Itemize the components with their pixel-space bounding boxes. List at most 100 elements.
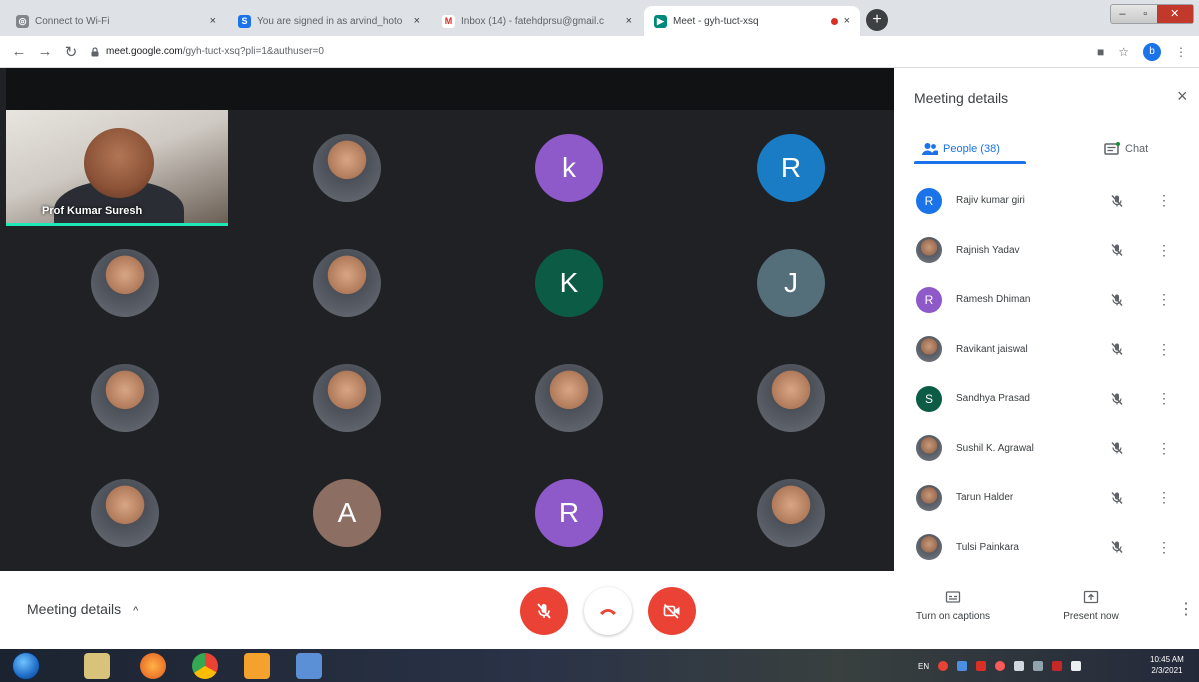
browser-tab-meet[interactable]: ▶ Meet - gyh-tuct-xsq ×: [644, 6, 860, 36]
participant-row[interactable]: Rajnish Yadav ⋮: [894, 226, 1199, 276]
word-icon[interactable]: [296, 653, 322, 679]
network-icon[interactable]: [1033, 661, 1044, 671]
participant-video-tile[interactable]: [313, 364, 381, 432]
present-label: Present now: [1063, 611, 1119, 622]
participant-video-tile[interactable]: [91, 364, 159, 432]
participant-name: Rajiv kumar giri: [956, 195, 1025, 207]
mic-muted-icon: [1111, 194, 1123, 207]
participant-video-tile[interactable]: [313, 249, 381, 317]
participant-initial-tile[interactable]: J: [757, 249, 825, 317]
participant-name: Tarun Halder: [956, 492, 1014, 504]
tab-chat[interactable]: Chat: [1104, 134, 1148, 164]
browser-tab-gmail[interactable]: M Inbox (14) - fatehdprsu@gmail.c ×: [432, 6, 642, 36]
media-player-icon[interactable]: [244, 653, 270, 679]
present-now-button[interactable]: Present now: [1036, 589, 1146, 622]
participant-initial: R: [780, 152, 802, 183]
tab-close-icon[interactable]: ×: [844, 15, 850, 27]
participant-more-icon[interactable]: ⋮: [1157, 192, 1171, 209]
browser-tab-bar: ◎ Connect to Wi-Fi × S You are signed in…: [0, 0, 1199, 36]
browser-tab-wifi[interactable]: ◎ Connect to Wi-Fi ×: [6, 6, 226, 36]
panel-tabs: People (38) Chat: [894, 134, 1199, 164]
minimize-icon[interactable]: –: [1111, 5, 1134, 23]
pinned-video-tile[interactable]: Prof Kumar Suresh: [6, 110, 228, 226]
leave-call-button[interactable]: [584, 587, 632, 635]
participant-video-tile[interactable]: [535, 364, 603, 432]
browser-menu-icon[interactable]: ⋮: [1175, 45, 1187, 59]
system-clock[interactable]: 10:45 AM 2/3/2021: [1150, 654, 1184, 676]
participant-row[interactable]: Sushil K. Agrawal ⋮: [894, 424, 1199, 474]
tab-close-icon[interactable]: ×: [210, 15, 216, 27]
reload-icon[interactable]: ↻: [58, 43, 84, 61]
mic-off-icon: [537, 603, 551, 619]
bookmark-star-icon[interactable]: ☆: [1118, 45, 1129, 59]
participant-more-icon[interactable]: ⋮: [1157, 539, 1171, 556]
antivirus-tray-icon[interactable]: [1052, 661, 1063, 671]
file-explorer-icon[interactable]: [84, 653, 110, 679]
panel-close-icon[interactable]: ×: [1177, 86, 1188, 107]
camera-toggle-button[interactable]: [648, 587, 696, 635]
participant-initial-tile[interactable]: R: [535, 479, 603, 547]
app-tray-icon[interactable]: [957, 661, 968, 671]
participant-name: Rajnish Yadav: [956, 244, 1020, 256]
panel-title: Meeting details: [914, 90, 1009, 106]
start-button[interactable]: [12, 652, 40, 680]
participant-more-icon[interactable]: ⋮: [1157, 341, 1171, 358]
language-indicator[interactable]: EN: [918, 662, 929, 671]
profile-avatar[interactable]: b: [1143, 42, 1161, 61]
meeting-details-button[interactable]: Meeting details ^: [27, 601, 138, 617]
participant-row[interactable]: R Ramesh Dhiman ⋮: [894, 275, 1199, 325]
back-arrow-icon[interactable]: ←: [6, 43, 32, 60]
address-bar[interactable]: meet.google.com/gyh-tuct-xsq?pli=1&authu…: [90, 40, 1097, 64]
participant-more-icon[interactable]: ⋮: [1157, 489, 1171, 506]
camera-indicator-icon[interactable]: ■: [1097, 45, 1104, 59]
participant-initial-tile[interactable]: R: [757, 134, 825, 202]
tab-close-icon[interactable]: ×: [626, 15, 632, 27]
participant-initial-tile[interactable]: A: [313, 479, 381, 547]
participant-initial-tile[interactable]: K: [535, 249, 603, 317]
turn-on-captions-button[interactable]: Turn on captions: [898, 589, 1008, 622]
tab-people[interactable]: People (38): [922, 134, 1000, 164]
window-close-icon[interactable]: ✕: [1156, 5, 1193, 23]
new-tab-button[interactable]: +: [866, 9, 888, 31]
participant-row[interactable]: Tulsi Painkara ⋮: [894, 523, 1199, 573]
mic-muted-icon: [1111, 442, 1123, 455]
maximize-icon[interactable]: ▫: [1134, 5, 1157, 23]
hang-up-icon: [600, 609, 616, 615]
participant-row[interactable]: Ravikant jaiswal ⋮: [894, 325, 1199, 375]
participant-video-tile[interactable]: [91, 479, 159, 547]
chrome-tray-icon[interactable]: [938, 661, 949, 671]
participant-video-tile[interactable]: [757, 364, 825, 432]
browser-tab-signin[interactable]: S You are signed in as arvind_hoto ×: [228, 6, 430, 36]
participant-video-tile[interactable]: [757, 479, 825, 547]
participant-name: Tulsi Painkara: [956, 541, 1019, 553]
participant-initial: R: [558, 497, 580, 528]
participant-initial-tile[interactable]: k: [535, 134, 603, 202]
chrome-icon[interactable]: [192, 653, 218, 679]
participant-row[interactable]: R Rajiv kumar giri ⋮: [894, 176, 1199, 226]
participant-initial: K: [559, 267, 579, 298]
volume-icon[interactable]: [1014, 661, 1025, 671]
participant-video-tile[interactable]: [313, 134, 381, 202]
tab-title: You are signed in as arvind_hoto: [257, 15, 403, 27]
participant-more-icon[interactable]: ⋮: [1157, 440, 1171, 457]
video-grid: Prof Kumar Suresh k R K J A R: [6, 68, 894, 571]
more-options-icon[interactable]: ⋮: [1178, 599, 1194, 619]
microphone-toggle-button[interactable]: [520, 587, 568, 635]
gmail-icon: M: [442, 14, 455, 28]
participant-row[interactable]: Tarun Halder ⋮: [894, 473, 1199, 523]
firefox-icon[interactable]: [140, 653, 166, 679]
tab-title: Meet - gyh-tuct-xsq: [673, 15, 759, 27]
participant-video-tile[interactable]: [91, 249, 159, 317]
flag-icon[interactable]: [1071, 661, 1082, 671]
participant-more-icon[interactable]: ⋮: [1157, 390, 1171, 407]
participant-row[interactable]: S Sandhya Prasad ⋮: [894, 374, 1199, 424]
record-tray-icon[interactable]: [995, 661, 1006, 671]
captions-label: Turn on captions: [915, 611, 991, 622]
tab-close-icon[interactable]: ×: [414, 15, 420, 27]
participant-avatar: [916, 484, 942, 511]
security-tray-icon[interactable]: [976, 661, 987, 671]
forward-arrow-icon[interactable]: →: [32, 43, 58, 60]
participant-more-icon[interactable]: ⋮: [1157, 242, 1171, 259]
participant-more-icon[interactable]: ⋮: [1157, 291, 1171, 308]
participant-initial: A: [337, 497, 357, 528]
